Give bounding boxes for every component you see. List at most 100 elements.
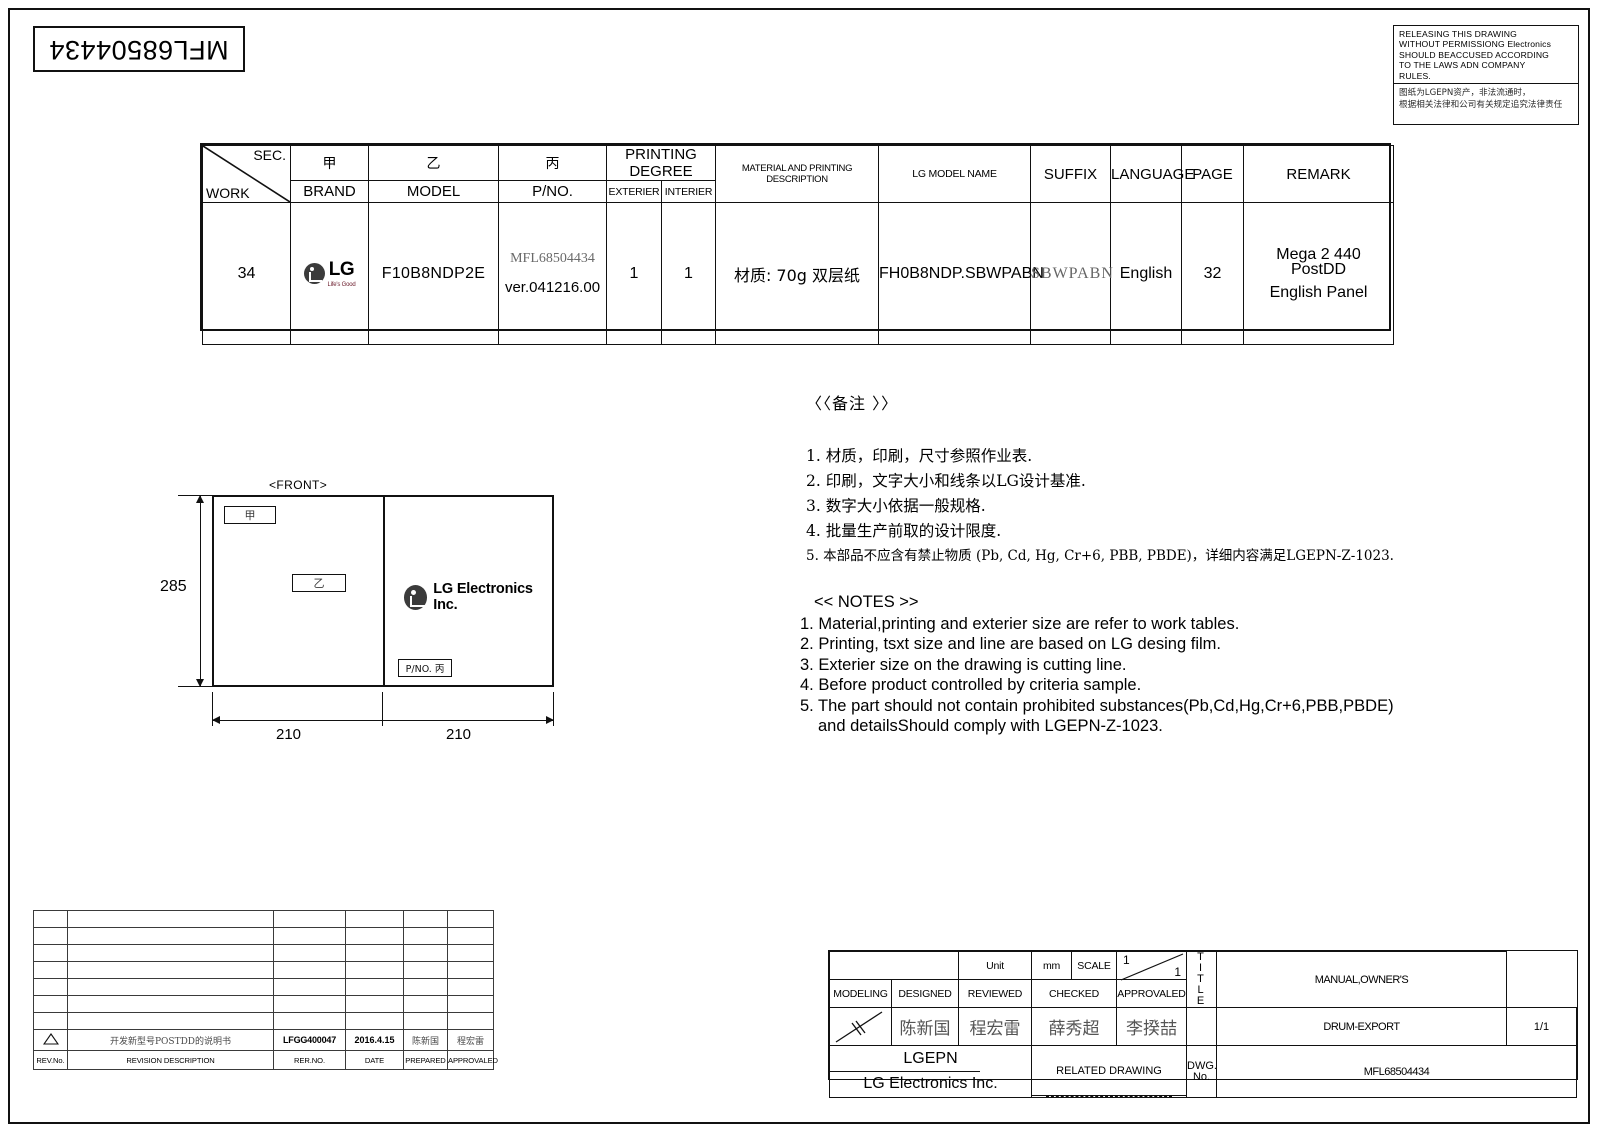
spec-value-suffix: SBWPABN (1030, 202, 1113, 345)
spec-header-model: MODEL (368, 180, 499, 203)
rotated-drawing-code-box: MFL68504434 (33, 26, 245, 72)
company-divider (830, 1070, 980, 1073)
spec-header-exterier: EXTERIER (606, 180, 662, 203)
disclaimer-cn-line-1: 图纸为LGEPN资产，非法流通时， (1399, 88, 1531, 98)
dimension-height-value: 285 (160, 578, 187, 595)
horizontal-dimension-line (212, 720, 554, 721)
dimension-arrow-right-icon (546, 716, 554, 724)
remark-item: 3. 数字大小依据一般规格. (806, 497, 986, 515)
related-drawing-label: RELATED DRAWING (1031, 1045, 1187, 1096)
spec-value-pno: MFL68504434 ver.041216.00 (498, 202, 607, 345)
revision-entry-row: 开发新型号POSTDD的说明书 LFGG400047 2016.4.15 陈新国… (33, 1029, 494, 1051)
remark-item: 5. 本部品不应含有禁止物质 (Pb, Cd, Hg, Cr+6, PBB, P… (806, 548, 1394, 564)
lg-electronics-logo: LG Electronics Inc. (404, 581, 552, 613)
remarks-title: 〈〈备注 〉〉 (806, 394, 899, 413)
spec-header-suffix: SUFFIX (1030, 145, 1111, 203)
revision-header-row: REV.No. REVISION DESCRIPTION RER.NO. DAT… (33, 1050, 498, 1070)
scale-label: SCALE (1071, 951, 1117, 980)
spec-value-exterier: 1 (606, 202, 662, 345)
spec-header-language: LANGUAGE (1110, 145, 1194, 203)
dimension-arrow-up-icon (196, 495, 204, 503)
table-row (33, 1012, 494, 1030)
spec-corner-sec: SEC. (253, 147, 286, 163)
title-block: Unit mm SCALE 1 1 TITLE MANUAL,OWNER'S M… (828, 950, 1578, 1098)
spec-value-page: 32 (1181, 202, 1244, 345)
label-modeling: MODELING (829, 979, 892, 1008)
title-side-label: TITLE (1186, 951, 1217, 1008)
related-drawing-value (1031, 1095, 1187, 1098)
lg-electronics-text: LG Electronics Inc. (433, 581, 533, 613)
notes-section: << NOTES >> 1. Material,printing and ext… (800, 592, 1400, 737)
label-checked: CHECKED (1031, 979, 1117, 1008)
spec-header-pno: P/NO. (498, 180, 607, 203)
spec-value-pno-number: MFL68504434 (510, 251, 595, 266)
unit-label: Unit (958, 951, 1032, 980)
spec-value-language: English (1110, 202, 1182, 345)
signature-designed: 陈新国 (891, 1007, 959, 1046)
spec-header-material-desc: MATERIAL AND PRINTING DESCRIPTION (715, 145, 879, 203)
related-drawing-dashed-line (1045, 1096, 1173, 1097)
spec-value-work: 34 (202, 202, 291, 345)
table-row (33, 978, 494, 996)
company-full-name: LG Electronics Inc. (863, 1075, 998, 1093)
note-item: 4. Before product controlled by criteria… (800, 676, 1142, 694)
company-block: LGEPN LG Electronics Inc. (829, 1045, 1032, 1098)
table-row (33, 961, 494, 979)
tag-jia-box: 甲 (224, 506, 276, 524)
spec-value-material: 材质: 70g 双层纸 (715, 202, 879, 345)
dimension-arrow-down-icon (196, 679, 204, 687)
revision-date: 2016.4.15 (345, 1029, 404, 1051)
front-view-label: <FRONT> (269, 478, 328, 492)
note-item-continuation: and detailsShould comply with LGEPN-Z-10… (818, 717, 1163, 735)
spec-header-jia: 甲 (290, 145, 369, 181)
revision-rer-no: LFGG400047 (273, 1029, 346, 1051)
spec-header-lg-model-name: LG MODEL NAME (878, 145, 1031, 203)
title-line-2: DRUM-EXPORT (1216, 1007, 1507, 1046)
disclaimer-en-line-3: SHOULD BEACCUSED ACCORDING (1399, 49, 1550, 60)
warning-triangle-icon (42, 1033, 59, 1045)
lg-logo-mark-icon (404, 584, 428, 610)
unit-value: mm (1031, 951, 1072, 980)
revision-label-prepared: PREPARED (403, 1050, 448, 1070)
revision-label-description: REVISION DESCRIPTION (67, 1050, 274, 1070)
label-approvaled: APPROVALED (1116, 979, 1187, 1008)
revision-description: 开发新型号POSTDD的说明书 (67, 1029, 274, 1051)
dimension-extension-top (178, 495, 212, 496)
disclaimer-en-line-4: TO THE LAWS ADN COMPANY (1399, 60, 1526, 71)
signature-modeling (829, 1007, 892, 1046)
spec-corner-cell: SEC. WORK (202, 145, 291, 203)
label-designed: DESIGNED (891, 979, 959, 1008)
spec-header-printing-degree: PRINTING DEGREE (606, 145, 716, 181)
scale-value-cell: 1 1 (1116, 951, 1187, 981)
disclaimer-chinese: 图纸为LGEPN资产，非法流通时， 根据相关法律和公司有关规定追究法律责任 (1394, 84, 1578, 113)
remark-item: 4. 批量生产前取的设计限度. (806, 522, 1002, 540)
dwg-no-label: DWG. No. (1186, 1045, 1217, 1098)
remark-item: 2. 印刷，文字大小和线条以LG设计基准. (806, 472, 1086, 490)
disclaimer-en-line-5: RULES. (1399, 70, 1431, 81)
table-row (33, 927, 494, 945)
title-side-label-2 (1186, 1007, 1217, 1046)
dimension-width-left-value: 210 (276, 726, 302, 743)
spec-remark-line-3: English Panel (1269, 284, 1368, 301)
disclaimer-en-line-1: RELEASING THIS DRAWING (1399, 29, 1517, 39)
signature-checked: 薛秀超 (1031, 1007, 1117, 1046)
revision-warning-cell (33, 1029, 68, 1051)
revision-approvaled: 程宏雷 (447, 1029, 494, 1051)
spec-value-interier: 1 (661, 202, 716, 345)
note-item: 1. Material,printing and exterier size a… (800, 614, 1240, 633)
signature-approvaled: 李揆喆 (1116, 1007, 1187, 1046)
spec-value-pno-version: ver.041216.00 (504, 279, 601, 296)
spec-header-yi: 乙 (368, 145, 499, 181)
note-item: 2. Printing, tsxt size and line are base… (800, 635, 1221, 653)
signature-reviewed: 程宏雷 (958, 1007, 1032, 1046)
spec-remark-line-2: PostDD (1290, 261, 1347, 278)
dwg-no-value: MFL68504434 (1216, 1045, 1577, 1098)
vertical-dimension-line (200, 495, 201, 687)
dimension-arrow-left-icon (212, 716, 220, 724)
spec-value-model: F10B8NDP2E (368, 202, 499, 345)
revision-table: 开发新型号POSTDD的说明书 LFGG400047 2016.4.15 陈新国… (33, 910, 498, 1070)
tag-yi-box: 乙 (292, 574, 346, 592)
company-short-name: LGEPN (903, 1049, 958, 1067)
spec-header-bing: 丙 (498, 145, 607, 181)
lg-logo: LG Life's Good (303, 259, 356, 288)
